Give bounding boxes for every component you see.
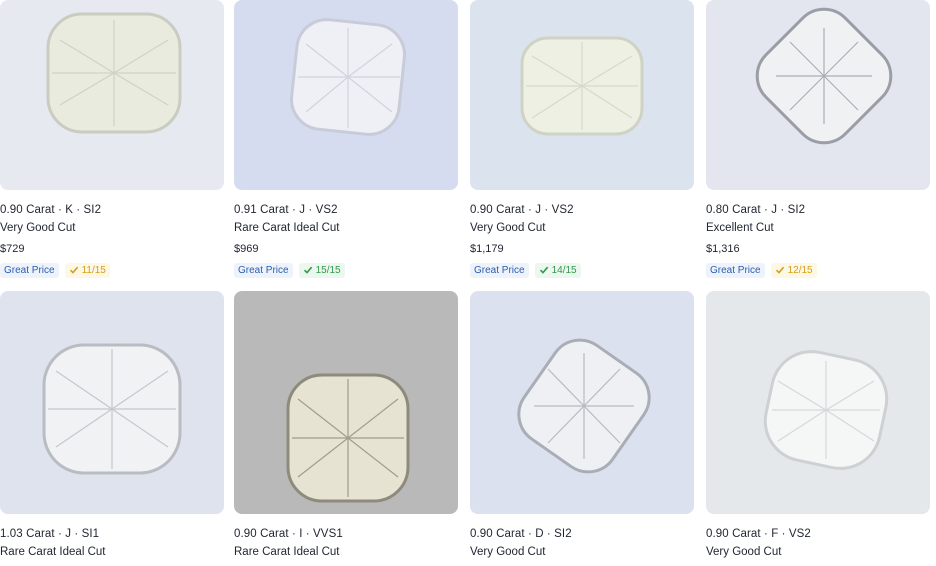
- diamond-cut: Rare Carat Ideal Cut: [0, 546, 106, 558]
- score-value: 14/15: [551, 264, 577, 276]
- diamond-photo[interactable]: [470, 0, 694, 190]
- score-value: 12/15: [787, 264, 813, 276]
- cushion-diamond-image: [706, 291, 930, 514]
- diamond-specs[interactable]: 1.03 Carat · J · SI1: [0, 528, 224, 540]
- diamond-specs[interactable]: 0.90 Carat · F · VS2: [706, 528, 930, 540]
- diamond-price: $1,179: [470, 243, 504, 255]
- cushion-diamond-image: [234, 291, 458, 514]
- cushion-diamond-image: [470, 0, 694, 190]
- diamond-photo[interactable]: [234, 0, 458, 190]
- score-badge: 11/15: [64, 262, 110, 278]
- diamond-cut: Very Good Cut: [0, 222, 76, 234]
- diamond-cut: Rare Carat Ideal Cut: [234, 222, 340, 234]
- cushion-diamond-image: [0, 291, 224, 514]
- great-price-badge: Great Price: [706, 262, 765, 278]
- diamond-photo[interactable]: [706, 0, 930, 190]
- score-badge: 15/15: [298, 262, 345, 278]
- diamond-card[interactable]: 0.90 Carat · F · VS2 Very Good Cut: [706, 291, 930, 558]
- diamond-specs[interactable]: 0.90 Carat · K · SI2: [0, 204, 224, 216]
- cushion-diamond-image: [470, 291, 694, 514]
- diamond-card[interactable]: 0.90 Carat · D · SI2 Very Good Cut: [470, 291, 694, 558]
- diamond-card[interactable]: 1.03 Carat · J · SI1 Rare Carat Ideal Cu…: [0, 291, 224, 558]
- score-badge: 14/15: [534, 262, 581, 278]
- diamond-card[interactable]: 0.90 Carat · K · SI2 Very Good Cut $729 …: [0, 0, 224, 278]
- check-icon: [775, 266, 784, 274]
- diamond-card[interactable]: 0.90 Carat · I · VVS1 Rare Carat Ideal C…: [234, 291, 458, 558]
- score-badge: 12/15: [770, 262, 817, 278]
- check-icon: [303, 266, 312, 274]
- diamond-photo[interactable]: [0, 0, 224, 190]
- score-value: 11/15: [81, 264, 106, 276]
- diamond-cut: Excellent Cut: [706, 222, 774, 234]
- diamond-photo[interactable]: [234, 291, 458, 514]
- great-price-badge: Great Price: [234, 262, 293, 278]
- diamond-photo[interactable]: [470, 291, 694, 514]
- diamond-card[interactable]: 0.91 Carat · J · VS2 Rare Carat Ideal Cu…: [234, 0, 458, 278]
- diamond-cut: Very Good Cut: [470, 222, 546, 234]
- great-price-badge: Great Price: [0, 262, 59, 278]
- diamond-specs[interactable]: 0.90 Carat · D · SI2: [470, 528, 694, 540]
- diamond-specs[interactable]: 0.90 Carat · J · VS2: [470, 204, 694, 216]
- diamond-price: $729: [0, 243, 25, 255]
- check-icon: [539, 266, 548, 274]
- check-icon: [69, 266, 78, 274]
- diamond-cut: Rare Carat Ideal Cut: [234, 546, 340, 558]
- diamond-specs[interactable]: 0.91 Carat · J · VS2: [234, 204, 458, 216]
- cushion-diamond-image: [234, 0, 458, 190]
- cushion-diamond-image: [706, 0, 930, 190]
- diamond-card[interactable]: 0.80 Carat · J · SI2 Excellent Cut $1,31…: [706, 0, 930, 278]
- great-price-badge: Great Price: [470, 262, 529, 278]
- diamond-photo[interactable]: [0, 291, 224, 514]
- diamond-cut: Very Good Cut: [706, 546, 782, 558]
- cushion-diamond-image: [0, 0, 224, 190]
- diamond-price: $1,316: [706, 243, 740, 255]
- diamond-price: $969: [234, 243, 259, 255]
- diamond-specs[interactable]: 0.90 Carat · I · VVS1: [234, 528, 458, 540]
- diamond-cut: Very Good Cut: [470, 546, 546, 558]
- diamond-photo[interactable]: [706, 291, 930, 514]
- diamond-card[interactable]: 0.90 Carat · J · VS2 Very Good Cut $1,17…: [470, 0, 694, 278]
- score-value: 15/15: [315, 264, 341, 276]
- diamond-specs[interactable]: 0.80 Carat · J · SI2: [706, 204, 930, 216]
